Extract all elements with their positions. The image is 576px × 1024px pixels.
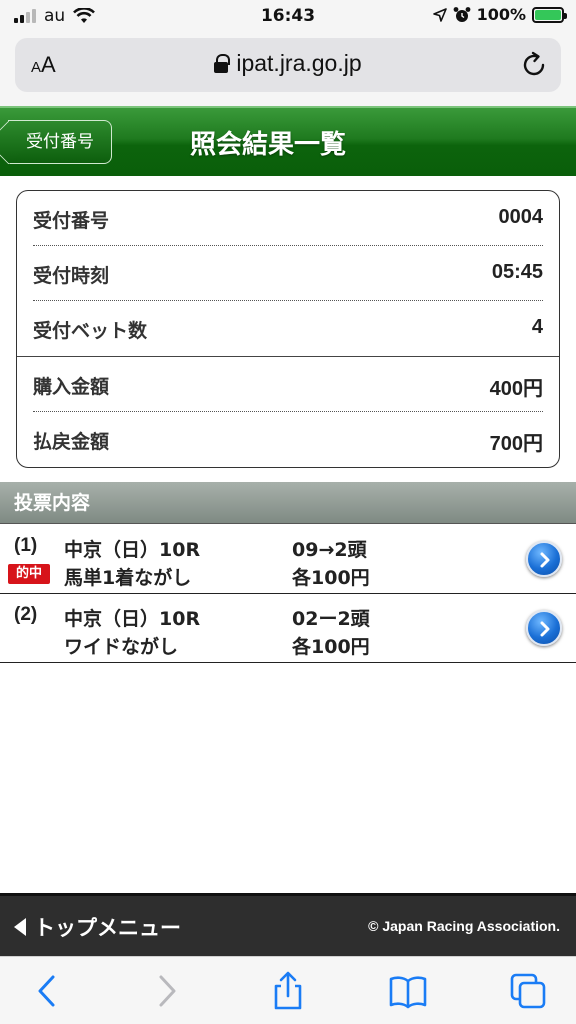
info-value: 400円 bbox=[489, 378, 543, 400]
triangle-left-icon bbox=[14, 918, 26, 936]
alarm-icon bbox=[453, 6, 470, 22]
top-menu-label: トップメニュー bbox=[34, 916, 181, 940]
back-chevron-icon[interactable] bbox=[28, 971, 68, 1011]
info-row-purchase-amount: 購入金額 400円 bbox=[33, 357, 543, 412]
info-row-bet-count: 受付ベット数 4 bbox=[33, 301, 543, 356]
battery-percent: 100% bbox=[476, 5, 526, 24]
info-row-payout-amount: 払戻金額 700円 bbox=[33, 412, 543, 467]
bet-row[interactable]: (2) 中京（日）10R ワイドながし 02ー2頭 各100円 bbox=[0, 594, 576, 663]
bet-amount: 各100円 bbox=[292, 636, 370, 658]
bet-detail-button[interactable] bbox=[526, 541, 562, 577]
page-title: 照会結果一覧 bbox=[190, 130, 347, 160]
chevron-right-icon bbox=[540, 552, 550, 568]
info-value: 0004 bbox=[498, 206, 544, 228]
battery-fill bbox=[535, 9, 561, 20]
tabs-icon[interactable] bbox=[508, 971, 548, 1011]
info-label: 受付時刻 bbox=[33, 265, 110, 287]
info-label: 払戻金額 bbox=[33, 431, 110, 453]
bet-detail-button[interactable] bbox=[526, 610, 562, 646]
status-right: 100% bbox=[432, 5, 567, 24]
bet-race: 中京（日）10R bbox=[64, 608, 201, 630]
bet-type: ワイドながし bbox=[64, 636, 179, 658]
bookmarks-icon[interactable] bbox=[388, 971, 428, 1011]
address-bar[interactable]: AA ipat.jra.go.jp bbox=[15, 38, 561, 92]
receipt-info-card: 受付番号 0004 受付時刻 05:45 受付ベット数 4 購入金額 400円 … bbox=[16, 190, 560, 468]
section-header-bets: 投票内容 bbox=[0, 482, 576, 524]
back-button-label: 受付番号 bbox=[26, 132, 94, 152]
chevron-right-icon bbox=[540, 621, 550, 637]
forward-chevron-icon[interactable] bbox=[146, 971, 186, 1011]
url-text: ipat.jra.go.jp bbox=[236, 50, 362, 76]
bet-amount: 各100円 bbox=[292, 567, 370, 589]
bet-combination: 09→2頭 bbox=[292, 539, 367, 561]
bet-race: 中京（日）10R bbox=[64, 539, 201, 561]
back-button[interactable]: 受付番号 bbox=[8, 120, 112, 164]
url-field[interactable]: ipat.jra.go.jp bbox=[15, 50, 561, 77]
info-row-receipt-number: 受付番号 0004 bbox=[33, 191, 543, 246]
info-label: 購入金額 bbox=[33, 376, 110, 398]
hit-badge: 的中 bbox=[8, 564, 50, 584]
info-value: 05:45 bbox=[491, 261, 543, 283]
browser-toolbar bbox=[0, 956, 576, 1024]
info-row-receipt-time: 受付時刻 05:45 bbox=[33, 246, 543, 301]
battery-icon bbox=[532, 6, 567, 23]
bet-combination: 02ー2頭 bbox=[292, 608, 370, 630]
info-value: 700円 bbox=[489, 433, 543, 455]
status-bar: au 16:43 100% bbox=[0, 0, 576, 34]
bet-row[interactable]: (1) 的中 中京（日）10R 馬単1着ながし 09→2頭 各100円 bbox=[0, 525, 576, 594]
info-value: 4 bbox=[531, 316, 543, 338]
lock-icon bbox=[214, 54, 231, 73]
browser-bar: AA ipat.jra.go.jp bbox=[0, 34, 576, 106]
info-label: 受付ベット数 bbox=[33, 320, 148, 342]
top-menu-link[interactable]: トップメニュー bbox=[14, 912, 181, 942]
location-arrow-icon bbox=[432, 7, 447, 22]
share-icon[interactable] bbox=[268, 971, 308, 1011]
bet-number: (1) bbox=[14, 535, 38, 556]
page-header: 受付番号 照会結果一覧 bbox=[0, 106, 576, 176]
bet-type: 馬単1着ながし bbox=[64, 567, 192, 589]
footer-bar: トップメニュー © Japan Racing Association. bbox=[0, 893, 576, 956]
bet-number: (2) bbox=[14, 604, 38, 625]
reload-icon[interactable] bbox=[519, 50, 549, 80]
copyright-text: © Japan Racing Association. bbox=[368, 918, 560, 934]
info-label: 受付番号 bbox=[33, 210, 110, 232]
